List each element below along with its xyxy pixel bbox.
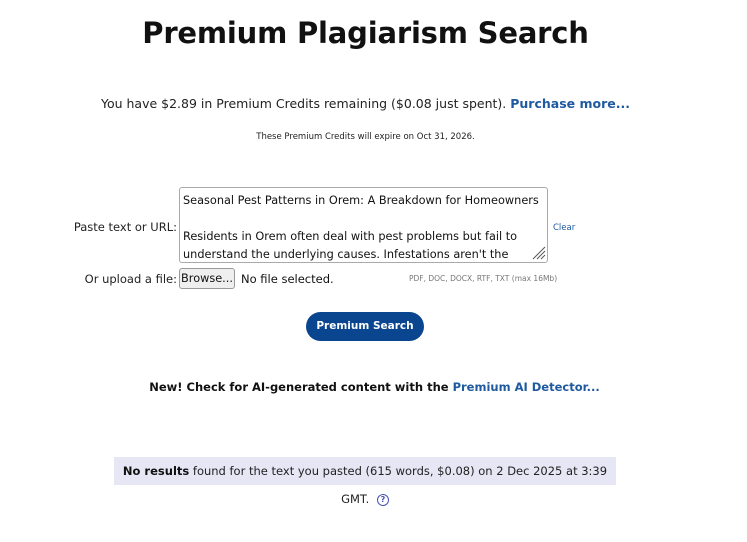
ai-detector-promo: New! Check for AI-generated content with…: [0, 380, 747, 394]
result-text: found for the text you pasted (615 words…: [192, 464, 608, 506]
ai-promo-text: New! Check for AI-generated content with…: [149, 380, 449, 394]
resize-handle-icon[interactable]: [530, 244, 546, 260]
result-bold: No results: [122, 464, 190, 478]
credits-info: You have $2.89 in Premium Credits remain…: [0, 96, 731, 111]
premium-search-button[interactable]: Premium Search: [306, 312, 424, 341]
upload-label: Or upload a file:: [84, 272, 177, 286]
clear-link[interactable]: Clear: [553, 223, 575, 233]
file-status: No file selected.: [241, 272, 334, 286]
page-title: Premium Plagiarism Search: [142, 16, 589, 50]
result-banner: No results found for the text you pasted…: [114, 457, 616, 506]
purchase-more-link[interactable]: Purchase more...: [510, 96, 630, 111]
paste-textarea[interactable]: Seasonal Pest Patterns in Orem: A Breakd…: [179, 187, 548, 263]
help-circle-icon[interactable]: ?: [376, 494, 389, 506]
expiry-note: These Premium Credits will expire on Oct…: [256, 132, 475, 142]
ai-detector-link[interactable]: Premium AI Detector...: [453, 380, 600, 394]
paste-label: Paste text or URL:: [73, 220, 177, 234]
browse-button[interactable]: Browse...: [179, 268, 235, 289]
formats-hint: PDF, DOC, DOCX, RTF, TXT (max 16Mb): [409, 274, 558, 283]
credits-text: You have $2.89 in Premium Credits remain…: [100, 96, 507, 111]
